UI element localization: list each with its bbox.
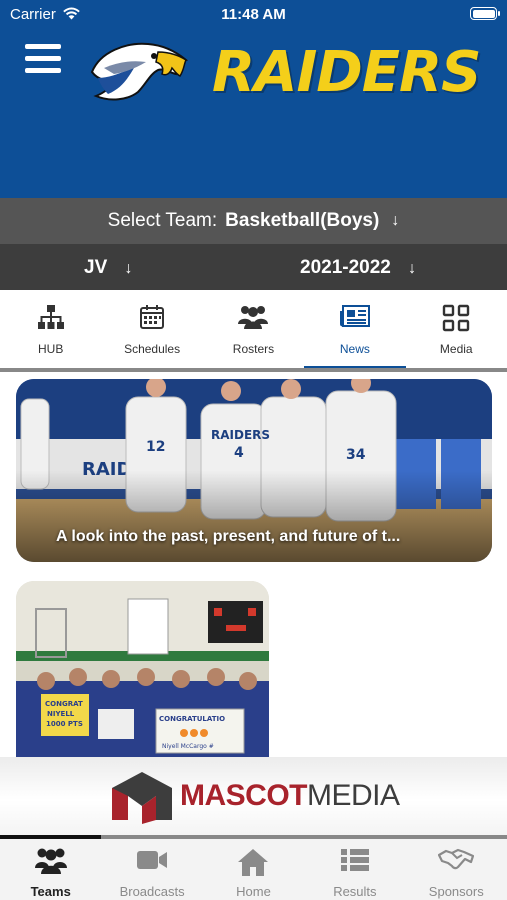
mascot-media-logo (112, 772, 172, 824)
nav-broadcasts[interactable]: Broadcasts (101, 839, 202, 900)
sponsor-name-part2: MEDIA (307, 779, 400, 812)
tab-rosters[interactable]: Rosters (203, 290, 304, 369)
level-value: JV (84, 257, 108, 278)
tab-label: HUB (38, 342, 64, 356)
select-team-label: Select Team: (107, 210, 218, 231)
tab-media[interactable]: Media (406, 290, 507, 369)
select-team-dropdown[interactable]: Select Team: Basketball(Boys) ↓ (0, 198, 507, 244)
calendar-icon (140, 305, 165, 329)
grid-icon (443, 304, 470, 332)
tabs-divider (0, 368, 507, 372)
app-header: Carrier 11:48 AM RAIDERS (0, 0, 507, 198)
teams-icon (34, 848, 67, 874)
newspaper-icon (339, 305, 370, 327)
eagle-logo (90, 42, 189, 101)
selected-team: Basketball(Boys) (225, 210, 380, 231)
tab-label: Schedules (124, 342, 181, 356)
video-camera-icon (137, 851, 168, 869)
people-icon (238, 306, 269, 329)
nav-label: Results (333, 884, 377, 899)
season-dropdown[interactable]: 2021-2022 ↓ (300, 257, 416, 279)
nav-label: Home (236, 884, 271, 899)
nav-label: Teams (30, 884, 71, 899)
home-icon (238, 849, 269, 876)
nav-home[interactable]: Home (203, 839, 304, 900)
svg-text:CONGRAT: CONGRAT (45, 700, 83, 708)
handshake-icon (438, 848, 475, 870)
nav-teams[interactable]: Teams (0, 839, 101, 900)
news-title: A look into the past, present, and futur… (56, 528, 401, 545)
sponsor-name-part1: MASCOT (180, 779, 308, 812)
filter-bar: JV ↓ 2021-2022 ↓ (0, 244, 507, 290)
nav-sponsors[interactable]: Sponsors (406, 839, 507, 900)
arrow-down-icon: ↓ (408, 260, 417, 277)
nav-label: Sponsors (428, 884, 484, 899)
arrow-down-icon: ↓ (391, 212, 400, 229)
arrow-down-icon: ↓ (124, 260, 133, 277)
hub-icon (37, 305, 64, 329)
clock: 11:48 AM (221, 6, 286, 23)
tab-hub[interactable]: HUB (0, 290, 101, 369)
hamburger-menu-icon[interactable] (25, 44, 61, 74)
sponsor-banner[interactable]: MASCOTMEDIA (0, 757, 507, 835)
svg-text:CONGRATULATIO: CONGRATULATIO (159, 715, 225, 723)
svg-text:NIYELL: NIYELL (47, 710, 75, 718)
news-card[interactable]: RAIDERS RAIDERS 12 4 34 A look into the … (16, 379, 492, 562)
bottom-nav: Teams Broadcasts Home Results Sponsors (0, 839, 507, 900)
season-value: 2021-2022 (300, 257, 391, 278)
sponsor-name: MASCOTMEDIA (180, 779, 400, 813)
battery-icon (470, 7, 500, 20)
nav-label: Broadcasts (119, 884, 185, 899)
tab-label: News (339, 342, 370, 356)
brand-title: RAIDERS (212, 40, 481, 105)
level-dropdown[interactable]: JV ↓ (84, 257, 133, 279)
tab-news[interactable]: News (304, 290, 406, 370)
tab-label: Media (439, 342, 473, 356)
news-card[interactable]: CONGRAT NIYELL 1000 PTS CONGRATULATIO Ni… (16, 581, 269, 757)
nav-results[interactable]: Results (304, 839, 405, 900)
screen: Carrier 11:48 AM RAIDERS Select Team: Ba… (0, 0, 507, 900)
status-bar: Carrier 11:48 AM (0, 0, 507, 28)
svg-text:1000 PTS: 1000 PTS (46, 720, 83, 728)
team-photo: CONGRAT NIYELL 1000 PTS CONGRATULATIO Ni… (16, 581, 269, 757)
list-icon (340, 849, 369, 871)
section-tabs: HUB Schedules Rosters News Media (0, 290, 507, 370)
tab-label: Rosters (232, 342, 275, 356)
svg-text:Niyell McCargo #: Niyell McCargo # (162, 743, 214, 750)
tab-schedules[interactable]: Schedules (101, 290, 202, 369)
